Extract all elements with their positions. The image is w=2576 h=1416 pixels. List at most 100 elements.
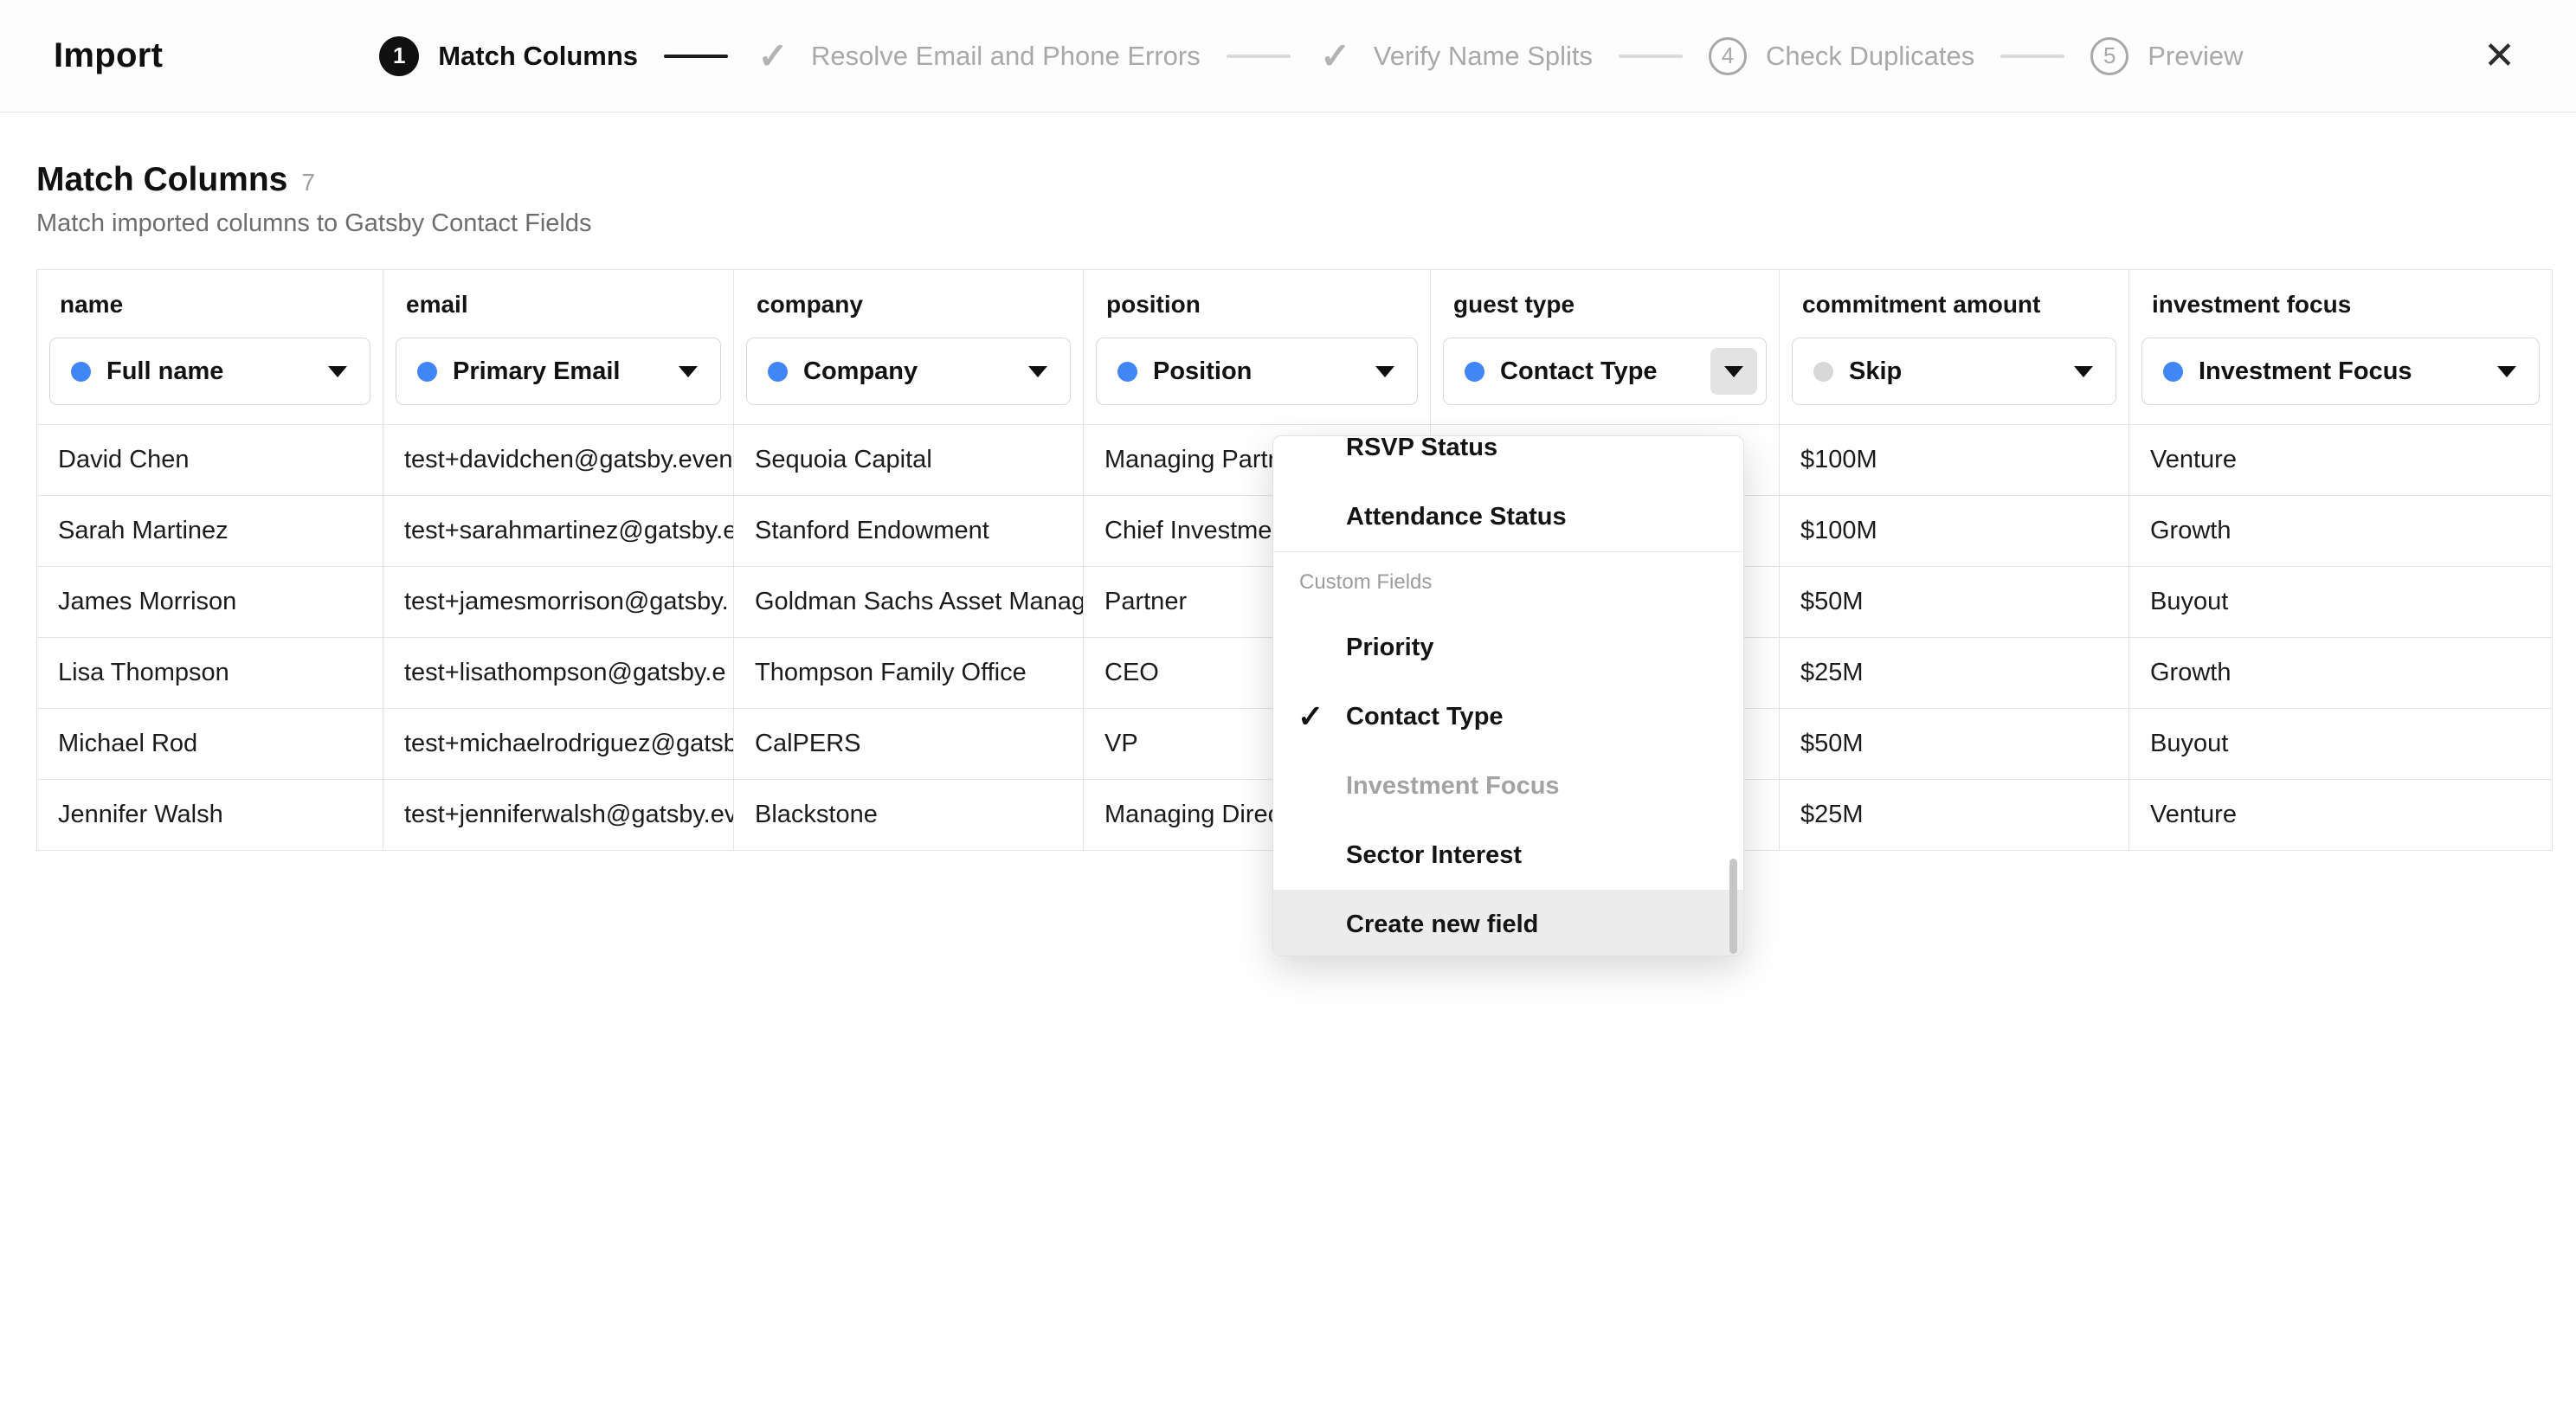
step-3[interactable]: ✓Verify Name Splits bbox=[1317, 37, 1593, 75]
close-icon[interactable]: ✕ bbox=[2476, 30, 2522, 82]
chevron-down-icon[interactable] bbox=[1014, 348, 1061, 395]
menu-item-priority[interactable]: Priority bbox=[1273, 613, 1743, 682]
chevron-down-icon[interactable] bbox=[2060, 348, 2107, 395]
menu-item-label: Sector Interest bbox=[1346, 841, 1522, 870]
step-number-icon: 4 bbox=[1709, 37, 1747, 75]
table-cell: Growth bbox=[2129, 496, 2553, 567]
mapping-selected-value: Primary Email bbox=[453, 357, 649, 386]
column-header-position: position Position bbox=[1084, 270, 1431, 425]
menu-item-label: Priority bbox=[1346, 634, 1434, 662]
mapping-select-email[interactable]: Primary Email bbox=[396, 338, 721, 405]
caret-shape bbox=[679, 366, 698, 377]
menu-item-sector-interest[interactable]: Sector Interest bbox=[1273, 821, 1743, 890]
step-number-icon: 5 bbox=[2090, 37, 2128, 75]
step-4[interactable]: 4Check Duplicates bbox=[1709, 37, 1974, 75]
caret-shape bbox=[1375, 366, 1394, 377]
check-icon: ✓ bbox=[1298, 698, 1323, 735]
mapping-selected-value: Contact Type bbox=[1500, 357, 1695, 386]
mapping-select-position[interactable]: Position bbox=[1096, 338, 1418, 405]
mapping-selected-value: Full name bbox=[106, 357, 299, 386]
column-label: investment focus bbox=[2152, 291, 2529, 319]
menu-item-label: RSVP Status bbox=[1346, 435, 1497, 462]
table-cell: $25M bbox=[1780, 780, 2129, 851]
check-icon: ✓ bbox=[1317, 37, 1355, 75]
table-cell: $100M bbox=[1780, 425, 2129, 496]
column-label: commitment amount bbox=[1802, 291, 2106, 319]
mapping-select-company[interactable]: Company bbox=[746, 338, 1071, 405]
scrollbar-thumb[interactable] bbox=[1729, 859, 1737, 954]
table-cell: test+jamesmorrison@gatsby. bbox=[383, 567, 734, 638]
column-label: email bbox=[406, 291, 711, 319]
caret-shape bbox=[2497, 366, 2516, 377]
table-cell: test+sarahmartinez@gatsby.e bbox=[383, 496, 734, 567]
table-cell: $25M bbox=[1780, 638, 2129, 709]
column-label: company bbox=[757, 291, 1060, 319]
mapping-select-commitment-amount[interactable]: Skip bbox=[1792, 338, 2116, 405]
mapping-select-name[interactable]: Full name bbox=[49, 338, 370, 405]
table-cell: Sarah Martinez bbox=[37, 496, 383, 567]
table-cell: Sequoia Capital bbox=[734, 425, 1084, 496]
table-cell: $50M bbox=[1780, 709, 2129, 780]
table-cell: Buyout bbox=[2129, 709, 2553, 780]
table-cell: Jennifer Walsh bbox=[37, 780, 383, 851]
menu-item-attendance-status[interactable]: Attendance Status bbox=[1273, 482, 1743, 551]
chevron-down-icon[interactable] bbox=[314, 348, 361, 395]
step-2[interactable]: ✓ Resolve Email and Phone Errors bbox=[754, 37, 1201, 75]
table-cell: Stanford Endowment bbox=[734, 496, 1084, 567]
step-connector bbox=[1227, 55, 1291, 58]
table-cell: Goldman Sachs Asset Manag bbox=[734, 567, 1084, 638]
table-cell: test+lisathompson@gatsby.e bbox=[383, 638, 734, 709]
mapping-status-dot bbox=[1465, 362, 1484, 382]
menu-section-label: Custom Fields bbox=[1273, 552, 1743, 613]
table-cell: test+davidchen@gatsby.even bbox=[383, 425, 734, 496]
column-header-guest-type: guest typeContact Type bbox=[1431, 270, 1780, 425]
table-cell: Venture bbox=[2129, 780, 2553, 851]
menu-item-label: Attendance Status bbox=[1346, 503, 1567, 531]
mapping-select-guest-type[interactable]: Contact Type bbox=[1443, 338, 1767, 405]
check-icon: ✓ bbox=[754, 37, 792, 75]
mapping-select-investment-focus[interactable]: Investment Focus bbox=[2141, 338, 2540, 405]
step-1[interactable]: 1Match Columns bbox=[379, 36, 638, 76]
menu-item-investment-focus: Investment Focus bbox=[1273, 751, 1743, 821]
step-number-icon: 1 bbox=[379, 36, 419, 76]
table-cell: Growth bbox=[2129, 638, 2553, 709]
table-cell: test+michaelrodriguez@gatsb bbox=[383, 709, 734, 780]
caret-shape bbox=[328, 366, 347, 377]
table-header-row: name Full name email Primary Email company Co… bbox=[37, 270, 2553, 425]
column-label: name bbox=[60, 291, 360, 319]
mapping-status-dot bbox=[1117, 362, 1137, 382]
menu-item-label: Contact Type bbox=[1346, 703, 1504, 731]
menu-item-contact-type[interactable]: ✓ Contact Type bbox=[1273, 682, 1743, 751]
mapping-status-dot bbox=[2163, 362, 2183, 382]
column-label: position bbox=[1106, 291, 1407, 319]
chevron-down-icon[interactable] bbox=[1362, 348, 1408, 395]
table-cell: James Morrison bbox=[37, 567, 383, 638]
menu-item-create-new-field[interactable]: Create new field bbox=[1273, 890, 1743, 956]
caret-shape bbox=[1724, 366, 1743, 377]
field-dropdown-list: RSVP Status Attendance Status Custom Field… bbox=[1273, 435, 1743, 956]
column-header-company: company Company bbox=[734, 270, 1084, 425]
caret-shape bbox=[2074, 366, 2093, 377]
chevron-down-icon[interactable] bbox=[1710, 348, 1757, 395]
column-header-commitment-amount: commitment amount Skip bbox=[1780, 270, 2129, 425]
field-dropdown-menu: RSVP Status Attendance Status Custom Field… bbox=[1272, 435, 1744, 956]
column-header-name: name Full name bbox=[37, 270, 383, 425]
top-bar: Import 1Match Columns✓Resolve Email and … bbox=[0, 0, 2576, 113]
caret-shape bbox=[1028, 366, 1047, 377]
table-cell: Lisa Thompson bbox=[37, 638, 383, 709]
mapping-selected-value: Position bbox=[1153, 357, 1346, 386]
step-label: Resolve Email and Phone Errors bbox=[811, 41, 1201, 72]
mapping-selected-value: Company bbox=[803, 357, 999, 386]
menu-item-label: Create new field bbox=[1346, 911, 1538, 939]
step-5[interactable]: 5 Preview bbox=[2090, 37, 2243, 75]
table-cell: Michael Rod bbox=[37, 709, 383, 780]
mapping-status-dot bbox=[417, 362, 437, 382]
step-label: Preview bbox=[2148, 41, 2243, 72]
menu-item-rsvp-status[interactable]: RSVP Status bbox=[1273, 435, 1743, 482]
step-connector bbox=[664, 55, 728, 58]
table-cell: test+jenniferwalsh@gatsby.ev bbox=[383, 780, 734, 851]
table-cell: $50M bbox=[1780, 567, 2129, 638]
chevron-down-icon[interactable] bbox=[2483, 348, 2530, 395]
chevron-down-icon[interactable] bbox=[665, 348, 712, 395]
table-cell: $100M bbox=[1780, 496, 2129, 567]
